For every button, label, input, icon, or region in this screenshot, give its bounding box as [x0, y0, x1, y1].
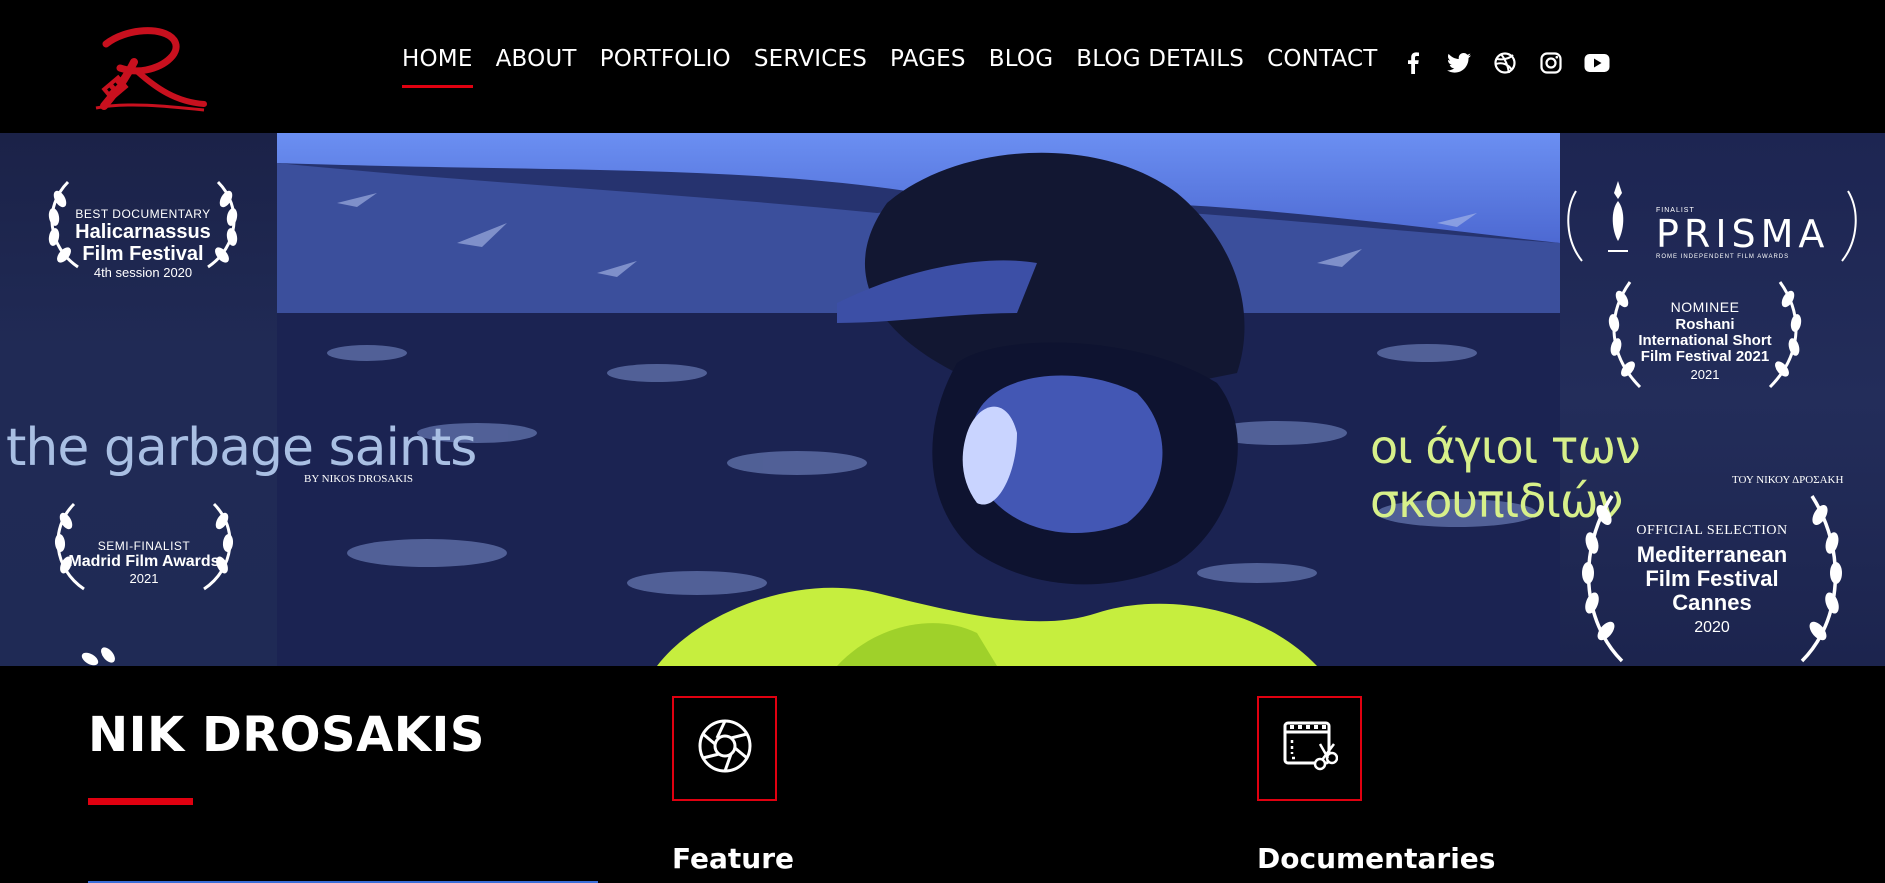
- award-year: 4th session 2020: [93, 265, 193, 280]
- award-halicarnassus: BEST DOCUMENTARY Halicarnassus Film Fest…: [38, 177, 248, 280]
- nav-blog-details[interactable]: BLOG DETAILS: [1076, 46, 1244, 72]
- nav-services[interactable]: SERVICES: [754, 46, 867, 72]
- camera-aperture-icon: [697, 718, 753, 779]
- dribbble-icon[interactable]: [1490, 48, 1520, 78]
- award-year: 2021: [1690, 367, 1720, 382]
- service-documentaries-icon-box[interactable]: [1257, 696, 1362, 801]
- film-director-english: BY NIKOS DROSAKIS: [304, 473, 413, 485]
- award-festival: Mediterranean Film Festival Cannes: [1636, 542, 1788, 615]
- title-underline: [88, 798, 193, 805]
- award-label: OFFICIAL SELECTION: [1636, 523, 1788, 538]
- laurel-fragment-icon: [80, 645, 140, 666]
- award-festival: Madrid Film Awards: [68, 553, 220, 570]
- award-label: SEMI-FINALIST: [97, 539, 191, 553]
- nav-contact[interactable]: CONTACT: [1267, 46, 1377, 72]
- services-section: NIK DROSAKIS Feature Documentaries: [0, 666, 1885, 883]
- award-label: NOMINEE: [1670, 299, 1740, 315]
- film-poster-image: [277, 133, 1560, 666]
- award-festival: Roshani International Short Film Festiva…: [1638, 316, 1772, 365]
- award-year: 2021: [129, 571, 159, 586]
- film-title-english: the garbage saints: [6, 418, 477, 478]
- prisma-name: PRISMA: [1656, 212, 1830, 256]
- award-year: 2020: [1694, 619, 1730, 636]
- nav-home[interactable]: HOME: [402, 46, 473, 88]
- award-festival: Halicarnassus Film Festival: [75, 221, 211, 265]
- nav-pages[interactable]: PAGES: [890, 46, 966, 72]
- film-edit-icon: [1282, 718, 1338, 779]
- site-header: HOME ABOUT PORTFOLIO SERVICES PAGES BLOG…: [0, 0, 1885, 133]
- service-feature-icon-box[interactable]: [672, 696, 777, 801]
- service-documentaries-title[interactable]: Documentaries: [1257, 842, 1495, 875]
- instagram-icon[interactable]: [1536, 48, 1566, 78]
- main-nav: HOME ABOUT PORTFOLIO SERVICES PAGES BLOG…: [402, 46, 1378, 88]
- award-prisma: FINALIST PRISMA ROME INDEPENDENT FILM AW…: [1562, 171, 1862, 271]
- hero-banner: BEST DOCUMENTARY Halicarnassus Film Fest…: [0, 133, 1885, 666]
- award-roshani: NOMINEE Roshani International Short Film…: [1600, 277, 1810, 389]
- twitter-icon[interactable]: [1444, 48, 1474, 78]
- award-label: BEST DOCUMENTARY: [75, 207, 211, 221]
- service-feature-title[interactable]: Feature: [672, 842, 794, 875]
- nav-about[interactable]: ABOUT: [496, 46, 577, 72]
- youtube-icon[interactable]: [1582, 48, 1612, 78]
- award-madrid: SEMI-FINALIST Madrid Film Awards 2021: [44, 499, 244, 591]
- logo[interactable]: [86, 22, 210, 116]
- film-director-greek: ΤΟΥ ΝΙΚΟΥ ΔΡΟΣΑΚΗ: [1732, 474, 1844, 486]
- nav-portfolio[interactable]: PORTFOLIO: [600, 46, 731, 72]
- page-title: NIK DROSAKIS: [88, 707, 485, 763]
- award-mediterranean: OFFICIAL SELECTION Mediterranean Film Fe…: [1572, 491, 1852, 663]
- social-links: [1398, 48, 1612, 78]
- facebook-icon[interactable]: [1398, 48, 1428, 78]
- nav-blog[interactable]: BLOG: [989, 46, 1054, 72]
